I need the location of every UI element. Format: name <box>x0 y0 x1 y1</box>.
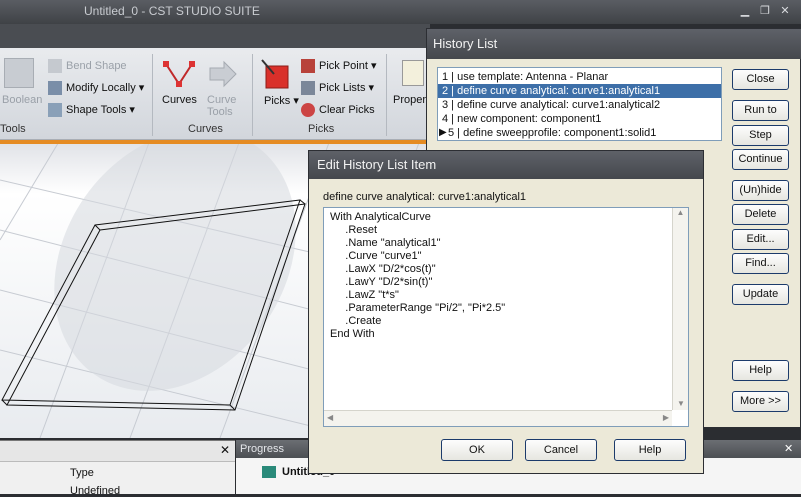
close-icon[interactable]: ✕ <box>778 5 792 18</box>
curve-tools-icon <box>209 60 237 88</box>
scroll-right-icon[interactable]: ▶ <box>663 413 669 422</box>
scroll-left-icon[interactable]: ◀ <box>327 413 333 422</box>
find-button[interactable]: Find... <box>732 253 789 274</box>
curves-group-label: Curves <box>188 123 223 135</box>
ok-button[interactable]: OK <box>441 439 513 461</box>
edit-button[interactable]: Edit... <box>732 229 789 250</box>
curve-tools-button[interactable]: Curve Tools <box>207 94 241 118</box>
boolean-icon <box>4 58 34 88</box>
picks-icon <box>261 59 289 89</box>
pick-lists-label: Pick Lists <box>319 82 366 94</box>
restore-icon[interactable]: ❐ <box>758 5 772 18</box>
help-button[interactable]: Help <box>614 439 686 461</box>
project-icon <box>262 466 276 478</box>
ribbon-separator <box>386 54 387 136</box>
app-title: Untitled_0 - CST STUDIO SUITE <box>84 4 260 18</box>
unhide-button[interactable]: (Un)hide <box>732 180 789 201</box>
picks-button[interactable]: Picks ▾ <box>264 94 299 107</box>
scroll-down-icon[interactable]: ▼ <box>673 399 689 408</box>
pick-lists-icon <box>301 81 315 96</box>
history-item-4[interactable]: 4 | new component: component1 <box>438 112 721 126</box>
progress-close-icon[interactable]: ✕ <box>784 442 793 455</box>
bend-shape-button[interactable]: Bend Shape <box>48 59 127 73</box>
pick-point-button[interactable]: Pick Point ▾ <box>301 59 377 74</box>
properties-button[interactable]: Proper <box>393 94 426 106</box>
progress-title: Progress <box>240 443 285 455</box>
clear-picks-button[interactable]: Clear Picks <box>301 103 375 117</box>
code-line: .LawZ "t*s" <box>330 289 399 301</box>
clear-picks-label: Clear Picks <box>319 103 375 116</box>
delete-button[interactable]: Delete <box>732 204 789 225</box>
ribbon-tabs-strip <box>0 24 430 48</box>
pick-lists-button[interactable]: Pick Lists ▾ <box>301 81 374 96</box>
code-line: .Reset <box>330 224 378 236</box>
curves-icon <box>163 61 195 87</box>
code-line: End With <box>330 328 375 340</box>
boolean-button[interactable]: Boolean <box>2 94 42 106</box>
properties-icon <box>402 60 424 86</box>
continue-button[interactable]: Continue <box>732 149 789 170</box>
panel-close-icon[interactable]: ✕ <box>220 443 230 457</box>
history-item-3[interactable]: 3 | define curve analytical: curve1:anal… <box>438 98 721 112</box>
more-button[interactable]: More >> <box>732 391 789 412</box>
minimize-icon[interactable]: ▁ <box>738 5 752 18</box>
shape-tools-label: Shape Tools <box>66 104 127 116</box>
vertical-scrollbar[interactable]: ▲ ▼ <box>672 208 688 410</box>
type-column-header[interactable]: Type <box>70 467 94 479</box>
picks-label: Picks <box>264 95 291 107</box>
history-item-2[interactable]: 2 | define curve analytical: curve1:anal… <box>438 84 721 98</box>
history-listbox[interactable]: 1 | use template: Antenna - Planar 2 | d… <box>437 67 722 141</box>
shape-tools-icon <box>48 103 62 118</box>
close-button[interactable]: Close <box>732 69 789 90</box>
history-list-title: History List <box>427 29 801 59</box>
modify-locally-label: Modify Locally <box>66 82 136 94</box>
parameter-panel: ✕ Type Undefined <box>0 440 235 497</box>
run-to-button[interactable]: Run to <box>732 100 789 121</box>
modify-locally-button[interactable]: Modify Locally ▾ <box>48 81 144 96</box>
code-line: .LawX "D/2*cos(t)" <box>330 263 436 275</box>
viewport-top-border <box>0 140 430 144</box>
modify-locally-icon <box>48 81 62 96</box>
current-step-arrow-icon: ▶ <box>439 127 447 138</box>
update-button[interactable]: Update <box>732 284 789 305</box>
ribbon-separator <box>252 54 253 136</box>
picks-group-label: Picks <box>308 123 335 135</box>
tools-group-label: Tools <box>0 123 26 135</box>
panel-toolbar: ✕ <box>0 441 235 462</box>
horizontal-scrollbar[interactable]: ◀ ▶ <box>324 410 672 426</box>
cancel-button[interactable]: Cancel <box>525 439 597 461</box>
code-line: .Curve "curve1" <box>330 250 422 262</box>
help-button[interactable]: Help <box>732 360 789 381</box>
pick-point-icon <box>301 59 315 74</box>
code-line: .LawY "D/2*sin(t)" <box>330 276 433 288</box>
code-editor[interactable]: With AnalyticalCurve .Reset .Name "analy… <box>323 207 689 427</box>
shape-tools-button[interactable]: Shape Tools ▾ <box>48 103 135 118</box>
edit-dialog-caption: define curve analytical: curve1:analytic… <box>323 191 527 203</box>
code-line: With AnalyticalCurve <box>330 211 431 223</box>
pick-point-label: Pick Point <box>319 60 368 72</box>
edit-dialog-title: Edit History List Item <box>309 151 703 179</box>
bend-shape-label: Bend Shape <box>66 59 127 72</box>
bend-shape-icon <box>48 59 62 73</box>
edit-history-item-dialog: Edit History List Item define curve anal… <box>308 150 704 474</box>
curves-button[interactable]: Curves <box>162 94 197 106</box>
scroll-up-icon[interactable]: ▲ <box>673 208 688 217</box>
type-cell: Undefined <box>70 485 121 497</box>
clear-picks-icon <box>301 103 315 117</box>
code-line: .ParameterRange "Pi/2", "Pi*2.5" <box>330 302 506 314</box>
code-line: .Create <box>330 315 382 327</box>
step-button[interactable]: Step <box>732 125 789 146</box>
ribbon-separator <box>152 54 153 136</box>
code-line: .Name "analytical1" <box>330 237 441 249</box>
history-item-1[interactable]: 1 | use template: Antenna - Planar <box>438 70 721 84</box>
history-item-5[interactable]: 5 | define sweepprofile: component1:soli… <box>438 126 721 140</box>
